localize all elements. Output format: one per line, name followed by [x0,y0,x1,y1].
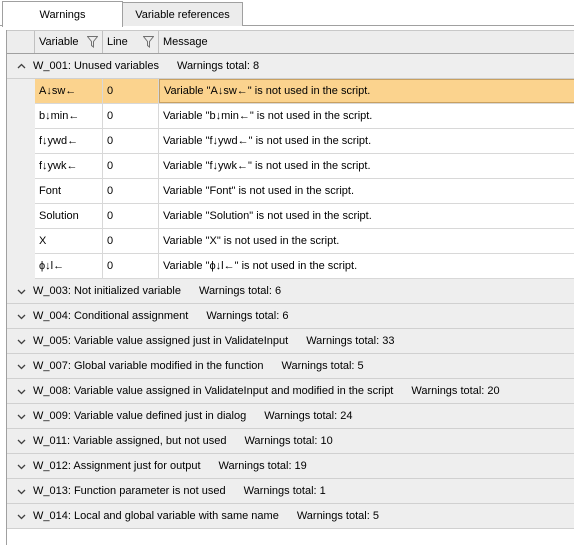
cell-variable: A↓sw← [35,79,103,103]
group-row-w012[interactable]: W_012: Assignment just for output Warning… [7,454,574,479]
table-row[interactable]: f↓ywk← 0 Variable "f↓ywk←" is not used i… [35,154,574,179]
column-header-variable[interactable]: Variable [35,31,103,53]
group-row-w014[interactable]: W_014: Local and global variable with sa… [7,504,574,529]
group-title: W_001: Unused variables Warnings total: 8 [33,60,260,72]
chevron-down-icon[interactable] [17,412,26,421]
tab-variable-references[interactable]: Variable references [122,2,243,26]
chevron-down-icon[interactable] [17,387,26,396]
cell-line: 0 [103,179,159,203]
cell-line: 0 [103,129,159,153]
table-row[interactable]: A↓sw← 0 Variable "A↓sw←" is not used in … [35,79,574,104]
group-count: Warnings total: 19 [218,460,307,472]
group-count: Warnings total: 5 [281,360,364,372]
chevron-down-icon[interactable] [17,287,26,296]
group-title: W_008: Variable value assigned in Valida… [33,385,500,397]
group-title: W_013: Function parameter is not used War… [33,485,326,497]
cell-message: Variable "Solution" is not used in the s… [163,210,372,222]
table-row[interactable]: f↓ywd← 0 Variable "f↓ywd←" is not used i… [35,129,574,154]
filter-icon[interactable] [143,36,154,48]
header-corner [7,31,35,53]
warnings-grid: Variable Line Message W_001: Unused vari… [6,30,574,545]
group-row-w008[interactable]: W_008: Variable value assigned in Valida… [7,379,574,404]
cell-message: Variable "ϕ↓l←" is not used in the scrip… [163,260,358,272]
tab-warnings[interactable]: Warnings [2,1,123,27]
group-row-w003[interactable]: W_003: Not initialized variable Warnings … [7,279,574,304]
group-row-w004[interactable]: W_004: Conditional assignment Warnings to… [7,304,574,329]
chevron-down-icon[interactable] [17,362,26,371]
group-count: Warnings total: 8 [176,60,260,72]
group-title: W_004: Conditional assignment Warnings to… [33,310,289,322]
table-row[interactable]: b↓min← 0 Variable "b↓min←" is not used i… [35,104,574,129]
group-title: W_012: Assignment just for output Warning… [33,460,307,472]
table-row[interactable]: ϕ↓l← 0 Variable "ϕ↓l←" is not used in th… [35,254,574,279]
group-row-w013[interactable]: W_013: Function parameter is not used War… [7,479,574,504]
cell-variable: Solution [35,204,103,228]
group-row-w005[interactable]: W_005: Variable value assigned just in V… [7,329,574,354]
table-row[interactable]: Font 0 Variable "Font" is not used in th… [35,179,574,204]
column-header-message-label: Message [163,36,208,48]
cell-line: 0 [103,79,159,103]
table-row[interactable]: X 0 Variable "X" is not used in the scri… [35,229,574,254]
chevron-down-icon[interactable] [17,512,26,521]
cell-message: Variable "f↓ywd←" is not used in the scr… [163,135,372,147]
cell-variable: ϕ↓l← [35,254,103,278]
group-row-w011[interactable]: W_011: Variable assigned, but not used Wa… [7,429,574,454]
cell-variable: b↓min← [35,104,103,128]
column-header-variable-label: Variable [39,36,79,48]
chevron-down-icon[interactable] [17,437,26,446]
column-header-line[interactable]: Line [103,31,159,53]
group-title: W_011: Variable assigned, but not used Wa… [33,435,333,447]
group-count: Warnings total: 10 [244,435,333,447]
group-count: Warnings total: 6 [198,285,282,297]
group-count: Warnings total: 33 [306,335,395,347]
filter-icon[interactable] [87,36,98,48]
chevron-up-icon[interactable] [17,62,26,71]
cell-variable: X [35,229,103,253]
group-count: Warnings total: 6 [206,310,289,322]
cell-message: Variable "A↓sw←" is not used in the scri… [159,79,574,103]
cell-line: 0 [103,229,159,253]
group-count: Warnings total: 20 [411,385,500,397]
cell-variable: f↓ywd← [35,129,103,153]
group-count: Warnings total: 5 [296,510,379,522]
tab-strip: Warnings Variable references [0,0,574,27]
group-row-w009[interactable]: W_009: Variable value defined just in di… [7,404,574,429]
chevron-down-icon[interactable] [17,312,26,321]
chevron-down-icon[interactable] [17,487,26,496]
group-indent [7,79,35,279]
group-title: W_014: Local and global variable with sa… [33,510,379,522]
cell-variable: Font [35,179,103,203]
table-row[interactable]: Solution 0 Variable "Solution" is not us… [35,204,574,229]
group-row-w007[interactable]: W_007: Global variable modified in the f… [7,354,574,379]
group-count: Warnings total: 1 [243,485,326,497]
cell-line: 0 [103,204,159,228]
group-count: Warnings total: 24 [264,410,353,422]
grid-header: Variable Line Message [7,30,574,54]
cell-message: Variable "f↓ywk←" is not used in the scr… [163,160,371,172]
group-row-w001[interactable]: W_001: Unused variables Warnings total: 8 [7,54,574,79]
chevron-down-icon[interactable] [17,462,26,471]
cell-message: Variable "X" is not used in the script. [163,235,340,247]
group-title: W_003: Not initialized variable Warnings … [33,285,282,297]
cell-line: 0 [103,254,159,278]
cell-message: Variable "b↓min←" is not used in the scr… [163,110,373,122]
cell-line: 0 [103,154,159,178]
cell-variable: f↓ywk← [35,154,103,178]
column-header-line-label: Line [107,36,128,48]
cell-line: 0 [103,104,159,128]
group-title: W_007: Global variable modified in the f… [33,360,364,372]
cell-message: Variable "Font" is not used in the scrip… [163,185,355,197]
chevron-down-icon[interactable] [17,337,26,346]
group-title: W_005: Variable value assigned just in V… [33,335,395,347]
group-title: W_009: Variable value defined just in di… [33,410,353,422]
column-header-message[interactable]: Message [159,31,574,53]
